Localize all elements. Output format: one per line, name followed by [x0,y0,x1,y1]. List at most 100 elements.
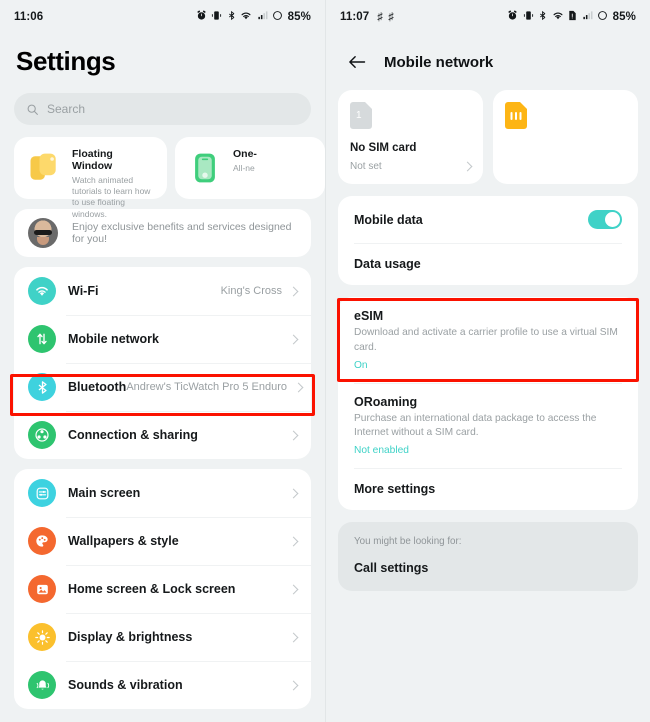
chevron-right-icon [293,382,304,392]
bluetooth-icon [28,373,56,401]
one-handed-icon [187,150,223,186]
battery-percentage: 85% [612,11,636,23]
promo-desc: Watch animated tutorials to learn how to… [72,175,151,219]
oroaming-label: ORoaming [354,394,418,409]
chevron-right-icon [288,334,299,344]
wallpapers-style-icon [28,527,56,555]
sidebar-item-connection-sharing[interactable]: Connection & sharing [14,411,311,459]
chevron-right-icon [288,430,299,440]
search-placeholder: Search [47,102,86,116]
chevron-right-icon [288,632,299,642]
gmail-icon: ♯ [377,11,383,23]
battery-icon [597,10,608,24]
mobile-data-group: Mobile data Data usage [338,196,638,285]
alarm-icon [196,10,207,24]
sim-card-gray-icon: 1 [350,102,372,133]
sidebar-item-home-lock-screen[interactable]: Home screen & Lock screen [14,565,311,613]
sidebar-item-mobile-network[interactable]: Mobile network [14,315,311,363]
data-usage-label: Data usage [354,257,421,271]
esim-row[interactable]: eSIM Download and activate a carrier pro… [338,297,638,383]
search-input[interactable]: Search [14,93,311,125]
esim-description: Download and activate a carrier profile … [354,327,618,353]
sidebar-item-wallpapers-style[interactable]: Wallpapers & style [14,517,311,565]
promo-card-floating-window[interactable]: Floating Window Watch animated tutorials… [14,137,167,219]
signal-icon [582,10,593,24]
mobile-data-row[interactable]: Mobile data [338,196,638,243]
oroaming-description: Purchase an international data package t… [354,412,597,439]
status-time: 11:06 [14,11,44,23]
main-screen-icon [28,479,56,507]
search-icon [26,103,39,116]
chevron-right-icon [288,536,299,546]
esim-group: eSIM Download and activate a carrier pro… [338,297,638,511]
promo-cards: Floating Window Watch animated tutorials… [14,137,325,219]
wifi-icon [28,277,56,305]
sim-card-slot-1[interactable]: 1 No SIM card Not set [338,90,483,184]
promo-card-text: Floating Window Watch animated tutorials… [72,148,155,220]
sidebar-item-wifi[interactable]: Wi-Fi King's Cross [14,267,311,315]
chevron-right-icon [288,488,299,498]
settings-panel: 11:06 85% Settings Search Floating Windo… [0,0,325,722]
battery-icon [272,10,283,24]
promo-card-one-handed[interactable]: One- All-ne [175,137,325,199]
data-usage-row[interactable]: Data usage [338,243,638,285]
status-icons-left: ♯ ♯ [377,11,394,23]
status-time: 11:07 [340,11,370,23]
sidebar-item-value: Andrew's TicWatch Pro 5 Enduro [126,381,287,393]
settings-group-display: Main screen Wallpapers & style Home scre… [14,469,311,709]
oroaming-status: Not enabled [354,445,409,457]
mobile-data-label: Mobile data [354,212,423,227]
suggestions-card: You might be looking for: Call settings [338,522,638,592]
connection-sharing-icon [28,421,56,449]
wifi-icon [240,10,252,24]
sim-card-slot-2[interactable] [493,90,638,184]
more-settings-row[interactable]: More settings [338,468,638,510]
promo-desc: All-ne [233,163,255,173]
alarm-icon [507,10,518,24]
sidebar-item-sounds-vibration[interactable]: Sounds & vibration [14,661,311,709]
bluetooth-icon [538,10,547,24]
sim-cards: 1 No SIM card Not set [326,90,650,184]
status-bar-right: 11:07 ♯ ♯ 85% [326,0,650,34]
sidebar-item-label: Sounds & vibration [68,678,183,692]
mobile-network-icon [28,325,56,353]
sidebar-item-display-brightness[interactable]: Display & brightness [14,613,311,661]
sidebar-item-label: Display & brightness [68,630,193,644]
sidebar-item-label: Main screen [68,486,141,500]
promo-title: One- [233,148,257,160]
chevron-right-icon [288,680,299,690]
suggestions-title: You might be looking for: [354,536,462,548]
chevron-right-icon [462,161,473,172]
esim-status: On [354,359,368,371]
esim-label: eSIM [354,309,384,323]
svg-text:1: 1 [356,110,362,121]
back-arrow-icon[interactable] [348,55,366,69]
sounds-vibration-icon [28,671,56,699]
promo-card-text: One- All-ne [233,148,257,174]
chevron-right-icon [288,286,299,296]
vibrate-icon [523,10,534,24]
floating-window-icon [26,150,62,186]
oroaming-row[interactable]: ORoaming Purchase an international data … [338,382,638,469]
sim-card-name: No SIM card [350,142,417,154]
app-bar: Mobile network [326,34,650,90]
suggestion-call-settings[interactable]: Call settings [354,561,622,575]
status-bar-left: 11:06 85% [0,0,325,34]
sidebar-item-main-screen[interactable]: Main screen [14,469,311,517]
status-icons-right: 85% [196,10,311,24]
sidebar-item-label: Home screen & Lock screen [68,582,236,596]
sidebar-item-bluetooth[interactable]: Bluetooth Andrew's TicWatch Pro 5 Enduro [14,363,311,411]
sim-card-status: Not set [350,161,382,172]
more-settings-label: More settings [354,482,436,497]
status-icons-right: 85% [507,10,636,24]
sidebar-item-label: Connection & sharing [68,428,198,442]
gmail-icon: ♯ [388,11,394,23]
mobile-data-toggle[interactable] [588,210,622,229]
page-title: Settings [16,46,116,76]
sidebar-item-label: Mobile network [68,332,159,346]
account-banner[interactable]: Enjoy exclusive benefits and services de… [14,209,311,257]
sidebar-item-value: King's Cross [220,285,282,297]
vibrate-icon [211,10,222,24]
display-brightness-icon [28,623,56,651]
bluetooth-icon [227,10,236,24]
